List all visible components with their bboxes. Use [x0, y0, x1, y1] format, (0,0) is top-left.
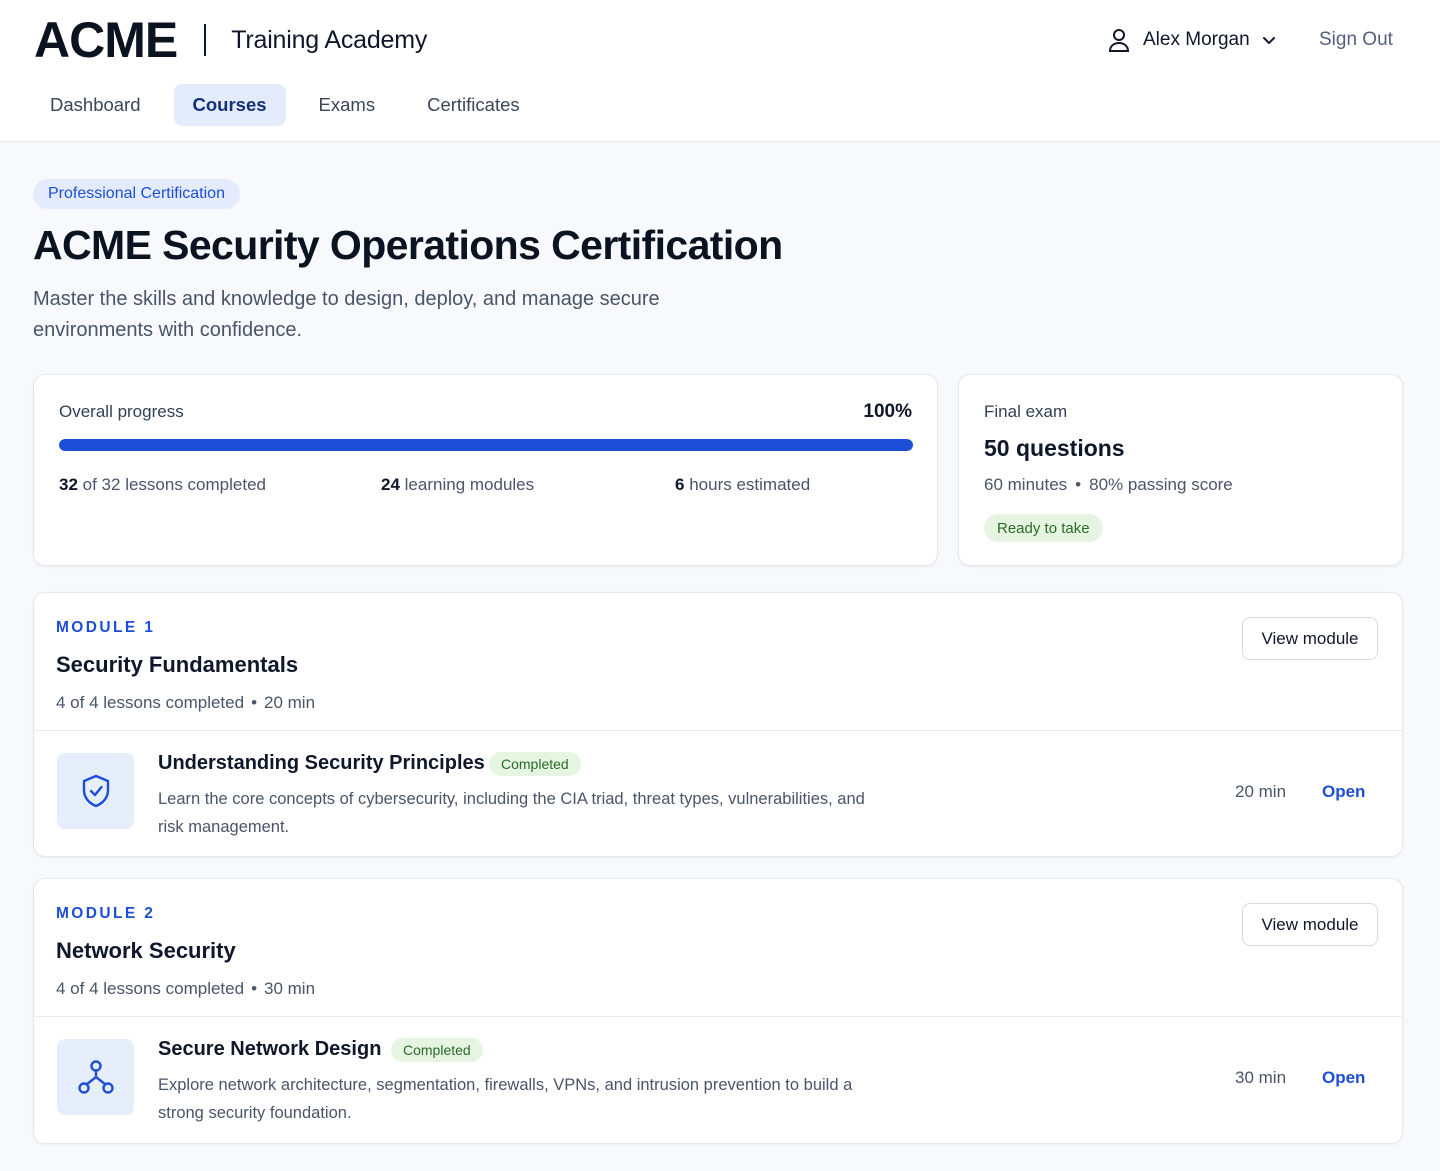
module-divider: [34, 1016, 1402, 1017]
exam-duration: 60 minutes: [984, 475, 1068, 494]
exam-meta: 60 minutes • 80% passing score: [984, 475, 1233, 495]
module-divider: [34, 730, 1402, 731]
completed-badge: Completed: [391, 1038, 483, 1062]
sign-out-link[interactable]: Sign Out: [1319, 29, 1393, 51]
completed-badge: Completed: [489, 752, 581, 776]
modules-stat: 24 learning modules: [381, 475, 534, 495]
lesson-description: Learn the core concepts of cybersecurity…: [158, 790, 865, 836]
progress-percent: 100%: [863, 401, 912, 422]
page-description: Master the skills and knowledge to desig…: [33, 288, 660, 341]
lesson-duration: 30 min: [1235, 1068, 1287, 1087]
module-meta: 4 of 4 lessons completed • 20 min: [56, 693, 315, 713]
module-title: Security Fundamentals: [56, 652, 299, 677]
hours-stat: 6 hours estimated: [675, 475, 810, 495]
module-duration: 20 min: [264, 693, 316, 712]
module-duration: 30 min: [264, 979, 316, 998]
page-title: ACME Security Operations Certification: [33, 222, 783, 268]
exam-questions: 50 questions: [984, 435, 1125, 461]
brand-divider: [204, 24, 207, 56]
tab-exams[interactable]: Exams: [300, 84, 395, 126]
module-tag: MODULE 1: [56, 619, 156, 636]
lesson-description: Explore network architecture, segmentati…: [158, 1076, 853, 1122]
top-header: ACME Training Academy Alex Morgan Sign O…: [0, 0, 1440, 142]
lesson-title[interactable]: Secure Network Design: [158, 1038, 381, 1061]
view-module-button[interactable]: View module: [1242, 903, 1378, 946]
exam-passing-score: 80% passing score: [1089, 475, 1233, 494]
progress-bar-fill: [59, 439, 913, 451]
modules-text: learning modules: [404, 475, 535, 494]
lessons-count: 32: [59, 475, 78, 494]
lesson-title[interactable]: Understanding Security Principles: [158, 752, 485, 775]
tab-courses[interactable]: Courses: [173, 84, 286, 126]
module-card: MODULE 2 Network Security 4 of 4 lessons…: [33, 878, 1403, 1144]
meta-separator: •: [1075, 475, 1082, 494]
acme-logo[interactable]: ACME: [34, 12, 178, 68]
brand: ACME Training Academy: [34, 12, 427, 68]
main-nav: Dashboard Courses Exams Certificates: [31, 84, 553, 126]
chevron-down-icon: [1262, 37, 1275, 44]
user-icon: [1108, 29, 1130, 52]
modules-count: 24: [381, 475, 400, 494]
open-lesson-link[interactable]: Open: [1322, 782, 1365, 802]
certification-badge: Professional Certification: [33, 179, 240, 209]
shield-check-icon: [82, 774, 109, 808]
progress-bar: [59, 439, 913, 451]
view-module-button[interactable]: View module: [1242, 617, 1378, 660]
meta-separator: •: [251, 693, 258, 712]
user-name: Alex Morgan: [1143, 29, 1250, 50]
hours-text: hours estimated: [689, 475, 811, 494]
open-lesson-link[interactable]: Open: [1322, 1068, 1365, 1088]
module-lessons: 4 of 4 lessons completed: [56, 693, 245, 712]
lessons-stat: 32 of 32 lessons completed: [59, 475, 266, 495]
hours-count: 6: [675, 475, 685, 494]
lessons-text: of 32 lessons completed: [82, 475, 266, 494]
user-menu[interactable]: Alex Morgan: [1107, 27, 1277, 53]
tab-dashboard[interactable]: Dashboard: [31, 84, 160, 126]
progress-label: Overall progress: [59, 402, 184, 421]
module-lessons: 4 of 4 lessons completed: [56, 979, 245, 998]
network-icon: [77, 1060, 114, 1094]
meta-separator: •: [251, 979, 258, 998]
lesson-duration: 20 min: [1235, 782, 1287, 801]
module-tag: MODULE 2: [56, 905, 156, 922]
module-title: Network Security: [56, 938, 236, 963]
lesson-icon-tile: [57, 1039, 134, 1115]
lesson-icon-tile: [57, 753, 134, 829]
tab-certificates[interactable]: Certificates: [408, 84, 539, 126]
exam-label: Final exam: [984, 402, 1068, 421]
module-card: MODULE 1 Security Fundamentals 4 of 4 le…: [33, 592, 1403, 857]
exam-status-badge: Ready to take: [984, 514, 1103, 542]
brand-subtitle: Training Academy: [231, 25, 428, 54]
module-meta: 4 of 4 lessons completed • 30 min: [56, 979, 315, 999]
progress-card: Overall progress 100% 32 of 32 lessons c…: [33, 374, 938, 566]
final-exam-card: Final exam 50 questions 60 minutes • 80% p…: [958, 374, 1403, 566]
